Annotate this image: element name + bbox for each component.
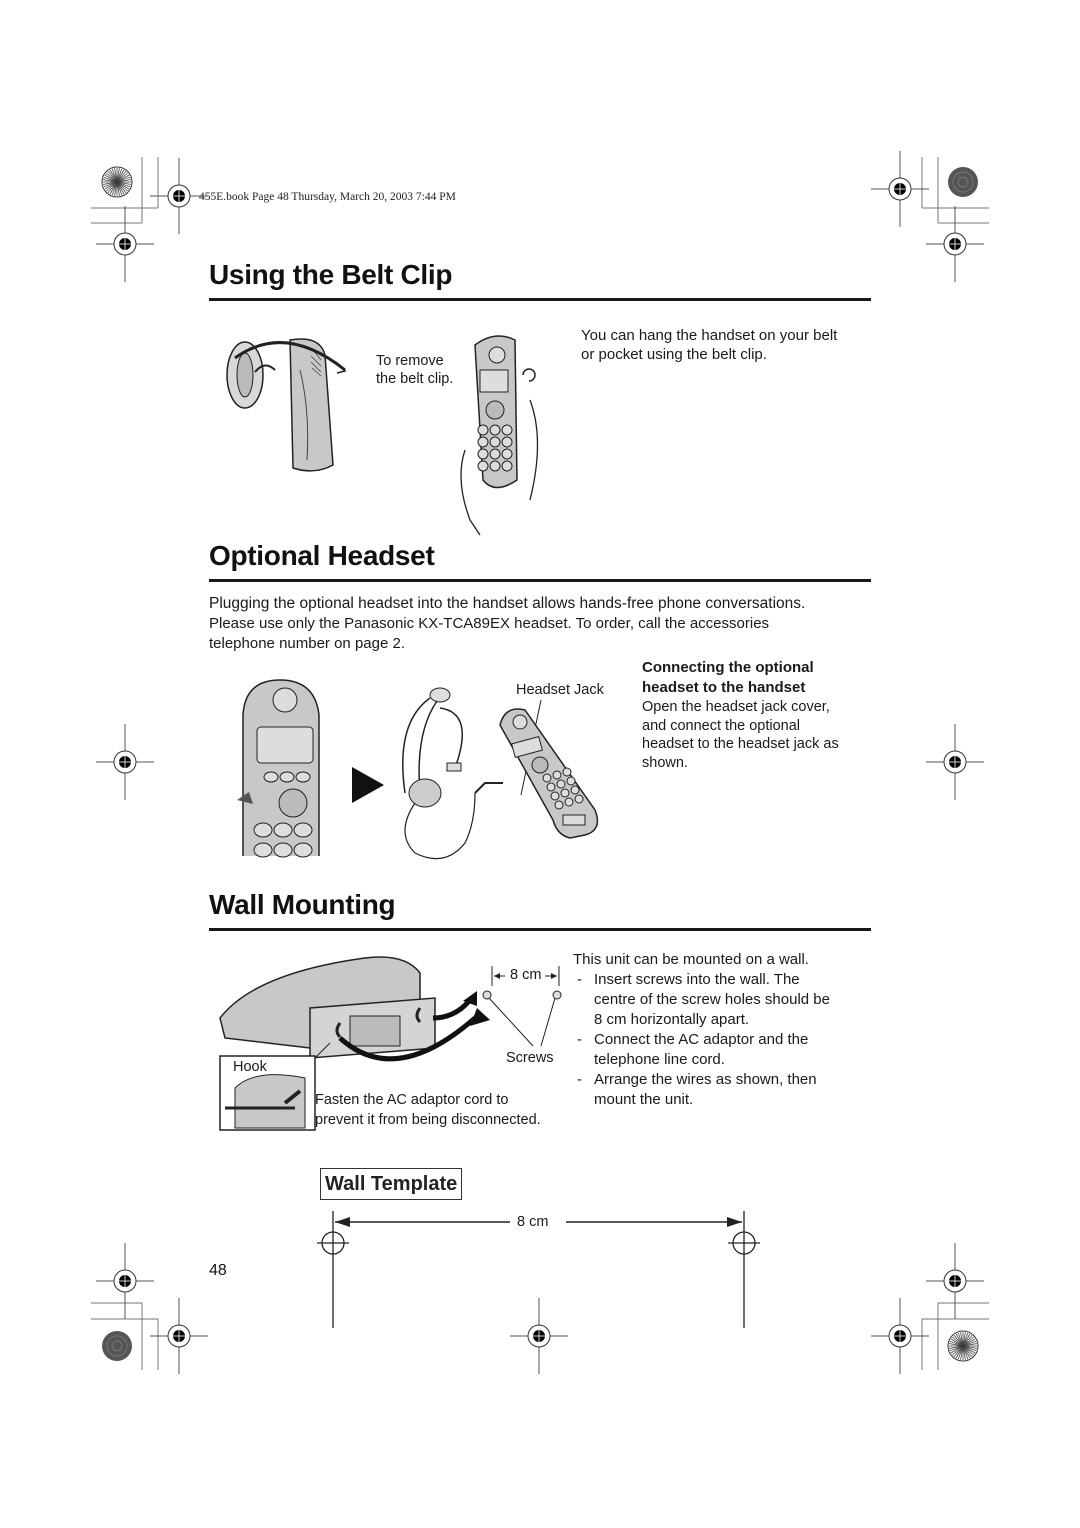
wall-template-title: Wall Template: [320, 1168, 463, 1200]
arrow-right-icon: [352, 767, 384, 803]
caption-line: the belt clip.: [376, 371, 454, 387]
registration-mark: [926, 724, 984, 800]
fasten-caption: Fasten the AC adaptor cord to prevent it…: [315, 1090, 541, 1130]
description-line: You can hang the handset on your belt: [581, 327, 838, 344]
intro-line: Please use only the Panasonic KX-TCA89EX…: [209, 615, 770, 632]
caption-line: To remove: [376, 353, 444, 369]
wall-mount-instructions: This unit can be mounted on a wall. Inse…: [573, 950, 830, 1110]
step-line: Arrange the wires as shown, then: [594, 1071, 817, 1088]
registration-mark: [96, 724, 154, 800]
step-line: mount the unit.: [594, 1091, 694, 1108]
connect-heading-line: headset to the handset: [642, 679, 806, 696]
screws-label: Screws: [506, 1050, 554, 1066]
intro-line: telephone number on page 2.: [209, 635, 405, 652]
connect-text-line: shown.: [642, 754, 688, 771]
caption-line: Fasten the AC adaptor cord to: [315, 1092, 509, 1108]
step-line: 8 cm horizontally apart.: [594, 1011, 750, 1028]
step-line: Connect the AC adaptor and the: [594, 1031, 809, 1048]
registration-mark: [150, 1298, 208, 1374]
registration-mark: [926, 1243, 984, 1319]
gray-target-bottom-left: [102, 1331, 132, 1361]
wall-mount-steps: Insert screws into the wall. The centre …: [573, 970, 830, 1110]
handset-in-hand-illustration: [460, 335, 539, 536]
registration-mark: [871, 151, 929, 227]
handset-with-jack-illustration: [499, 699, 599, 839]
screw-distance-label: 8 cm: [508, 967, 544, 983]
belt-clip-description: You can hang the handset on your belt or…: [581, 326, 837, 364]
section-title-belt-clip: Using the Belt Clip: [209, 259, 453, 290]
belt-clip-illustration: [226, 338, 347, 472]
caption-line: prevent it from being disconnected.: [315, 1112, 541, 1128]
template-distance-label: 8 cm: [517, 1214, 549, 1230]
registration-mark: [926, 206, 984, 282]
page-number: 48: [209, 1262, 227, 1279]
step-item: Connect the AC adaptor and the telephone…: [573, 1030, 830, 1070]
headset-intro: Plugging the optional headset into the h…: [209, 594, 805, 654]
section-rule: [209, 928, 871, 931]
step-line: telephone line cord.: [594, 1051, 725, 1068]
description-line: or pocket using the belt clip.: [581, 346, 767, 363]
print-slug: 455E.book Page 48 Thursday, March 20, 20…: [199, 191, 456, 203]
starburst-target-top-left: [101, 166, 133, 198]
connect-heading-line: Connecting the optional: [642, 659, 814, 676]
step-item: Insert screws into the wall. The centre …: [573, 970, 830, 1030]
starburst-target-bottom-right: [947, 1330, 979, 1362]
registration-mark: [96, 1243, 154, 1319]
section-title-wall-mounting: Wall Mounting: [209, 889, 396, 920]
intro-line: Plugging the optional headset into the h…: [209, 595, 806, 612]
handset-closeup-illustration: [237, 679, 320, 858]
section-rule: [209, 298, 871, 301]
step-line: Insert screws into the wall. The: [594, 971, 800, 988]
wall-mount-intro: This unit can be mounted on a wall.: [573, 951, 809, 968]
section-title-headset: Optional Headset: [209, 540, 435, 571]
headset-jack-label: Headset Jack: [516, 682, 604, 698]
step-line: centre of the screw holes should be: [594, 991, 830, 1008]
hook-label: Hook: [233, 1059, 267, 1075]
step-item: Arrange the wires as shown, then mount t…: [573, 1070, 830, 1110]
belt-clip-caption: To remove the belt clip.: [376, 352, 453, 388]
section-rule: [209, 579, 871, 582]
connect-text-line: Open the headset jack cover,: [642, 699, 830, 715]
gray-target-top-right: [948, 167, 978, 197]
connect-instructions: Connecting the optional headset to the h…: [642, 658, 839, 772]
registration-mark: [871, 1298, 929, 1374]
registration-mark: [96, 206, 154, 282]
connect-text-line: headset to the headset jack as: [642, 736, 839, 752]
connect-text-line: and connect the optional: [642, 717, 801, 734]
